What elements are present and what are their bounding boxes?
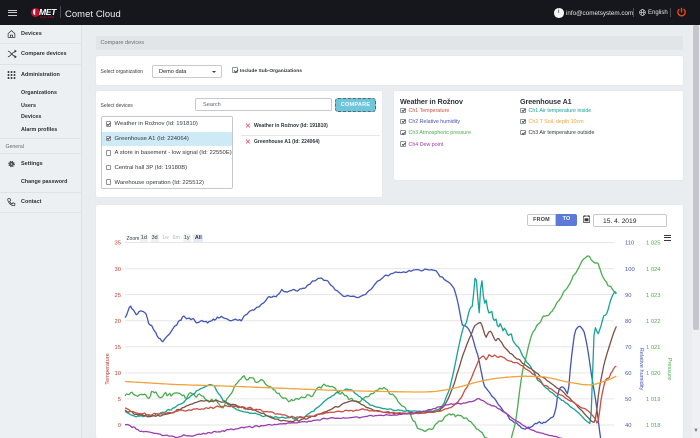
- svg-text:30: 30: [115, 267, 121, 273]
- svg-text:110: 110: [625, 241, 634, 247]
- svg-text:15: 15: [115, 345, 121, 351]
- svg-text:50: 50: [625, 397, 631, 403]
- svg-text:1 020: 1 020: [646, 371, 661, 377]
- svg-text:35: 35: [115, 241, 121, 247]
- svg-text:20: 20: [115, 319, 121, 325]
- svg-text:Temperature: Temperature: [105, 353, 111, 384]
- svg-text:80: 80: [625, 319, 631, 325]
- svg-text:25: 25: [115, 293, 121, 299]
- svg-text:1 018: 1 018: [646, 423, 661, 429]
- svg-text:1 019: 1 019: [646, 397, 661, 403]
- svg-text:1 021: 1 021: [646, 345, 661, 351]
- svg-text:0: 0: [118, 423, 121, 429]
- svg-text:5: 5: [118, 397, 121, 403]
- svg-text:1 022: 1 022: [646, 319, 661, 325]
- svg-text:60: 60: [625, 371, 631, 377]
- svg-text:Pressure: Pressure: [666, 358, 672, 380]
- svg-text:10: 10: [115, 371, 121, 377]
- svg-text:90: 90: [625, 293, 631, 299]
- svg-text:Relative humidity: Relative humidity: [638, 348, 644, 391]
- svg-text:1 023: 1 023: [646, 293, 661, 299]
- svg-text:40: 40: [625, 423, 631, 429]
- svg-text:70: 70: [625, 345, 631, 351]
- svg-text:100: 100: [625, 267, 635, 273]
- svg-text:1 025: 1 025: [646, 241, 661, 247]
- svg-text:1 024: 1 024: [646, 267, 661, 273]
